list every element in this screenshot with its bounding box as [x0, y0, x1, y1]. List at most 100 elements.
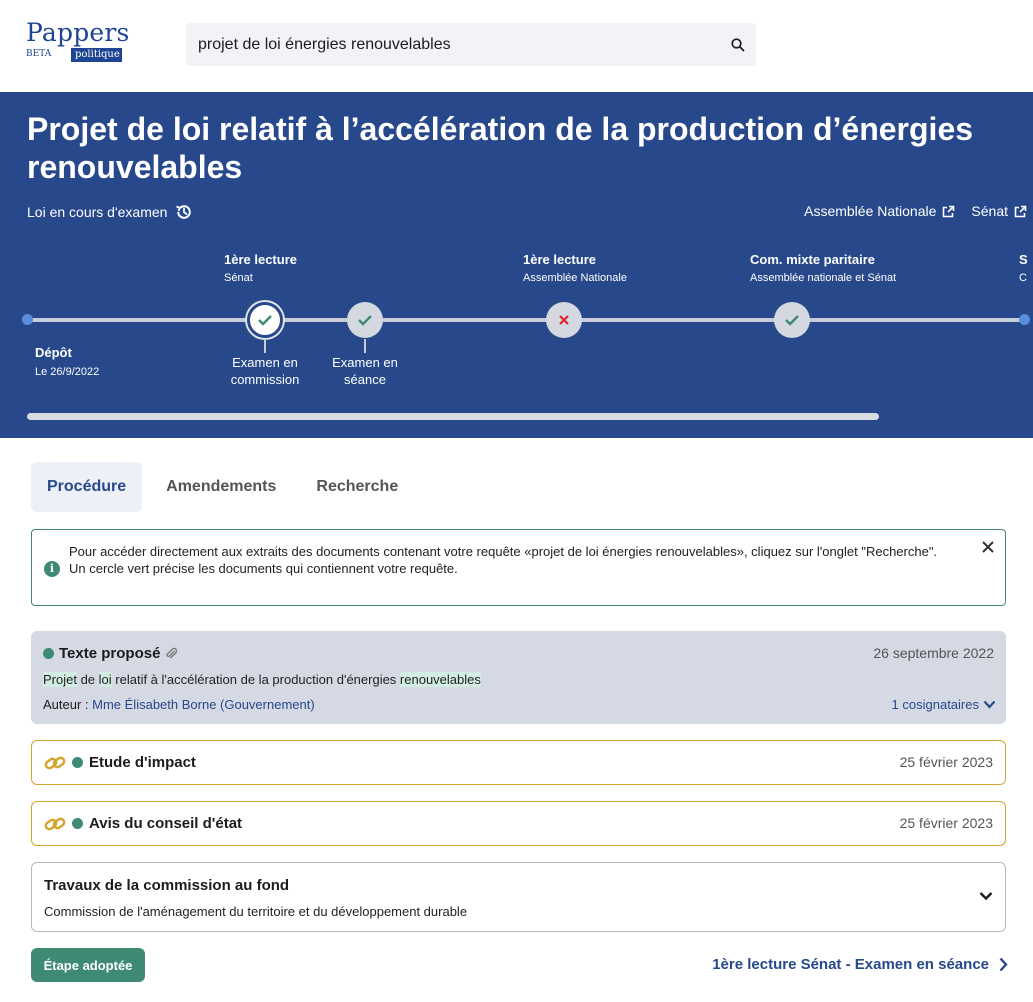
logo-tag: politique: [71, 48, 122, 62]
match-dot: [72, 818, 83, 829]
law-banner: Projet de loi relatif à l’accélération d…: [0, 92, 1033, 438]
tab-bar: Procédure Amendements Recherche: [31, 462, 414, 512]
chevron-right-icon: [999, 957, 1008, 972]
close-icon[interactable]: [981, 540, 995, 554]
author-line: Auteur : Mme Élisabeth Borne (Gouverneme…: [43, 697, 315, 712]
tab-procedure[interactable]: Procédure: [31, 462, 143, 512]
logo-subline: BETA politique: [26, 48, 126, 62]
step-stem: [264, 339, 266, 353]
tab-amendements[interactable]: Amendements: [150, 462, 292, 512]
step-caption-line: séance: [344, 372, 386, 387]
doc-date: 25 février 2023: [899, 815, 993, 831]
doc-date: 25 février 2023: [899, 754, 993, 770]
timeline-scrollbar[interactable]: [27, 413, 879, 420]
match-dot: [72, 757, 83, 768]
stage-label: S: [1019, 252, 1028, 267]
link-assemblee-nationale-label: Assemblée Nationale: [804, 203, 937, 219]
history-icon[interactable]: [175, 203, 193, 221]
travaux-subtitle: Commission de l'aménagement du territoir…: [44, 904, 468, 919]
procedure-timeline: 1ère lecture Sénat 1ère lecture Assemblé…: [0, 242, 1033, 412]
search-bar[interactable]: [186, 23, 756, 66]
step-caption-line: Examen en: [332, 355, 398, 370]
link-senat-label: Sénat: [971, 203, 1008, 219]
doc-avis-conseil-etat[interactable]: Avis du conseil d'état 25 février 2023: [31, 801, 1006, 846]
logo-wordmark: Pappers: [26, 18, 130, 47]
travaux-title: Travaux de la commission au fond: [44, 877, 290, 894]
law-status: Loi en cours d'examen: [27, 203, 193, 221]
travaux-commission-card[interactable]: Travaux de la commission au fond Commiss…: [31, 862, 1006, 932]
etape-adoptee-badge: Étape adoptée: [31, 948, 145, 982]
stage-sub: Assemblée nationale et Sénat: [750, 272, 897, 284]
step-caption: Examen en séance: [320, 354, 410, 388]
chain-link-icon: [44, 817, 66, 831]
main-content: Procédure Amendements Recherche i Pour a…: [7, 438, 1033, 1002]
step-examen-commission[interactable]: [247, 302, 283, 338]
desc-text: relatif à l'accélération de la productio…: [111, 672, 400, 687]
stage-sub: Sénat: [224, 272, 253, 284]
doc-header: Avis du conseil d'état: [72, 815, 242, 832]
stage-next[interactable]: S C: [1019, 252, 1028, 284]
paperclip-icon[interactable]: [165, 647, 178, 661]
chain-link-icon: [44, 756, 66, 770]
step-examen-seance[interactable]: [347, 302, 383, 338]
search-input[interactable]: [198, 23, 698, 66]
doc-etude-impact[interactable]: Etude d'impact 25 février 2023: [31, 740, 1006, 785]
cosignataires-label: 1 cosignataires: [891, 697, 979, 712]
texte-propose-date: 26 septembre 2022: [873, 645, 994, 661]
depot-date: Le 26/9/2022: [35, 366, 100, 378]
stage-sub: C: [1019, 272, 1027, 284]
chevron-down-icon: [983, 700, 996, 709]
doc-header: Etude d'impact: [72, 754, 196, 771]
texte-propose-desc: Projet de loi relatif à l'accélération d…: [43, 672, 481, 687]
stage-label: Com. mixte paritaire: [750, 252, 875, 267]
cross-icon: [559, 315, 569, 325]
stage-label: 1ère lecture: [523, 252, 596, 267]
step-an-rejected[interactable]: [546, 302, 582, 338]
cosignataires-toggle[interactable]: 1 cosignataires: [892, 697, 996, 712]
texte-propose-card[interactable]: Texte proposé 26 septembre 2022 Projet d…: [31, 631, 1006, 724]
step-depot[interactable]: Dépôt Le 26/9/2022: [35, 345, 99, 378]
author-label: Auteur :: [43, 697, 93, 712]
depot-label: Dépôt: [35, 345, 72, 360]
check-icon: [258, 315, 272, 326]
texte-propose-title: Texte proposé: [59, 645, 161, 662]
desc-text: de: [76, 672, 99, 687]
check-icon: [785, 315, 799, 326]
chevron-down-icon[interactable]: [979, 891, 993, 901]
search-icon[interactable]: [730, 37, 746, 53]
info-text: Pour accéder directement aux extraits de…: [69, 543, 969, 577]
step-caption-line: commission: [230, 372, 300, 387]
author-link[interactable]: Mme Élisabeth Borne (Gouvernement): [92, 697, 315, 712]
timeline-end-dot: [1019, 314, 1030, 325]
info-line: Pour accéder directement aux extraits de…: [69, 544, 938, 559]
link-assemblee-nationale[interactable]: Assemblée Nationale: [804, 203, 955, 219]
info-banner: i Pour accéder directement aux extraits …: [31, 529, 1006, 606]
timeline-track: [27, 318, 1027, 322]
texte-propose-header: Texte proposé: [43, 645, 178, 662]
external-links: Assemblée Nationale Sénat: [804, 203, 1027, 219]
logo-beta: BETA: [26, 49, 52, 59]
step-caption-line: Examen en: [232, 355, 298, 370]
match-dot: [43, 648, 54, 659]
step-stem: [364, 339, 366, 353]
doc-title: Etude d'impact: [89, 754, 196, 771]
stage-an-lecture[interactable]: 1ère lecture Assemblée Nationale: [523, 252, 627, 284]
next-step-link[interactable]: 1ère lecture Sénat - Examen en séance: [712, 956, 1008, 973]
link-senat[interactable]: Sénat: [971, 203, 1027, 219]
check-icon: [358, 315, 372, 326]
top-bar: Pappers BETA politique: [0, 0, 1033, 92]
timeline-start-dot: [22, 314, 33, 325]
step-cmp-done[interactable]: [774, 302, 810, 338]
stage-sub: Assemblée Nationale: [523, 272, 627, 284]
tab-recherche[interactable]: Recherche: [300, 462, 414, 512]
logo[interactable]: Pappers BETA politique: [26, 18, 130, 62]
doc-title: Avis du conseil d'état: [89, 815, 243, 832]
info-icon: i: [44, 561, 60, 577]
highlight-word: loi: [98, 672, 112, 687]
stage-label: 1ère lecture: [224, 252, 297, 267]
highlight-word: Projet: [43, 672, 77, 687]
external-link-icon: [1014, 205, 1027, 217]
stage-senat-lecture[interactable]: 1ère lecture Sénat: [224, 252, 297, 284]
stage-cmp[interactable]: Com. mixte paritaire Assemblée nationale…: [750, 252, 896, 284]
highlight-word: renouvelables: [399, 672, 481, 687]
